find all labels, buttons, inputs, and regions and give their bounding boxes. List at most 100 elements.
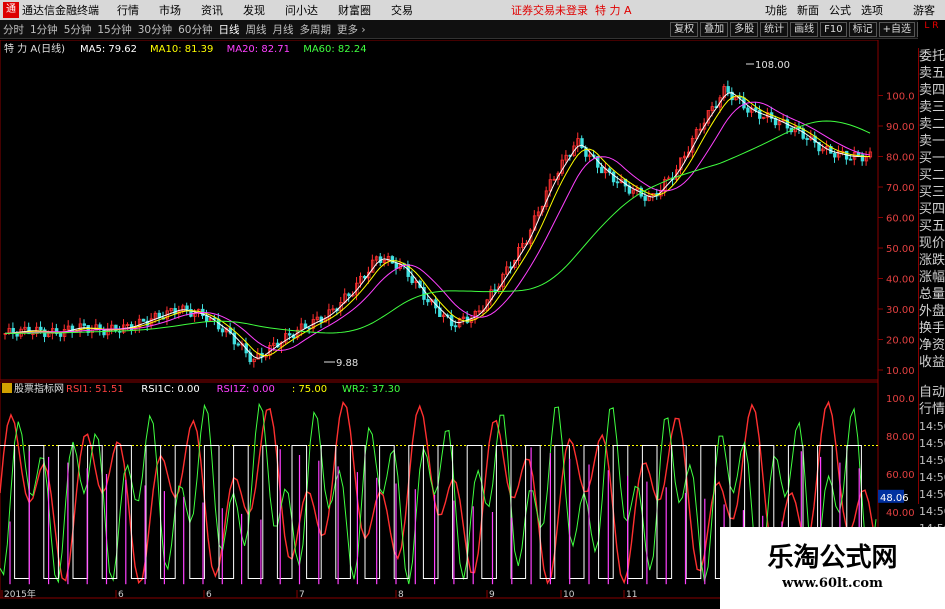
candle-body: [15, 333, 19, 337]
side-item-3[interactable]: 卖三: [919, 99, 945, 116]
tick-side-panel[interactable]: 自动行情14:5014:5014:5014:5014:5014:5014:50: [918, 384, 945, 535]
candle-body: [347, 293, 351, 297]
indicator-value: 48.06: [880, 493, 909, 504]
candle-body: [102, 329, 106, 336]
period-7[interactable]: 周线: [243, 22, 270, 37]
watermark: 乐淘公式网 www.60lt.com: [720, 527, 945, 609]
guest-label[interactable]: 游客: [913, 2, 935, 18]
side-item-4[interactable]: 卖二: [919, 116, 945, 133]
side-item-18[interactable]: 收益: [919, 354, 945, 371]
menu-layout[interactable]: 新面: [797, 2, 819, 18]
side-time-0: 14:50: [919, 420, 945, 433]
candle-body: [394, 262, 399, 269]
price-tick-8: 20.00: [886, 336, 915, 347]
quote-side-panel[interactable]: 委托 卖五 卖四 卖三 卖二 卖一 买一 买二 买三 买四 买五 现价 涨跌 涨幅 总量 外盘 换手 净资 收益: [918, 48, 945, 384]
toolbar-button-4[interactable]: 画线: [790, 22, 819, 37]
menu-news[interactable]: 资讯: [201, 2, 223, 18]
period-9[interactable]: 多周期: [297, 22, 335, 37]
ma-label-0: MA5: 79.62: [80, 44, 137, 55]
side-item-17[interactable]: 净资: [919, 337, 945, 354]
menu-function[interactable]: 功能: [765, 2, 787, 18]
candle-body: [726, 86, 730, 93]
candle-body: [185, 305, 189, 310]
period-3[interactable]: 15分钟: [94, 22, 134, 37]
indicator-title: 股票指标网: [14, 382, 64, 395]
side-item-7[interactable]: 买二: [919, 167, 945, 184]
side-item-10[interactable]: 买五: [919, 218, 945, 235]
menu-trade[interactable]: 交易: [391, 2, 413, 18]
period-6[interactable]: 日线: [216, 22, 243, 37]
menu-options[interactable]: 选项: [861, 2, 883, 18]
side-item-0[interactable]: 委托: [919, 48, 945, 65]
menu-market[interactable]: 市场: [159, 2, 181, 18]
menu-quotes[interactable]: 行情: [117, 2, 139, 18]
candles: [3, 80, 873, 368]
candle-body: [758, 109, 762, 119]
menu-discover[interactable]: 发现: [243, 2, 265, 18]
side-item-12[interactable]: 涨跌: [919, 252, 945, 269]
side-label-0[interactable]: 自动: [919, 384, 945, 401]
app-title: 通达信金融终端: [22, 4, 99, 17]
side-item-9[interactable]: 买四: [919, 201, 945, 218]
period-5[interactable]: 60分钟: [175, 22, 215, 37]
candle-body: [643, 195, 647, 201]
low-label: 9.88: [336, 358, 358, 369]
toolbar-button-5[interactable]: F10: [820, 22, 847, 37]
side-item-6[interactable]: 买一: [919, 150, 945, 167]
indicator-param-1: RSI1C: 0.00: [141, 384, 199, 395]
candle-body: [114, 324, 118, 332]
candle-body: [39, 326, 43, 331]
candle-body: [141, 318, 146, 322]
candle-body: [287, 333, 292, 336]
price-tick-0: 100.0: [886, 92, 915, 103]
side-time-4: 14:50: [919, 488, 945, 501]
candle-body: [615, 181, 620, 184]
ind-tick-0: 100.0: [886, 394, 915, 405]
side-item-13[interactable]: 涨幅: [919, 269, 945, 286]
period-10[interactable]: 更多 ›: [334, 22, 369, 37]
period-8[interactable]: 月线: [270, 22, 297, 37]
main-title: 特 力 A(日线): [4, 42, 65, 55]
candle-body: [82, 323, 86, 326]
candle-body: [220, 328, 225, 333]
toolbar-button-2[interactable]: 多股: [730, 22, 759, 37]
period-0[interactable]: 分时: [0, 22, 27, 37]
side-item-15[interactable]: 外盘: [919, 303, 945, 320]
side-item-16[interactable]: 换手: [919, 320, 945, 337]
toolbar-button-0[interactable]: 复权: [670, 22, 699, 37]
x-label-7: 11: [626, 590, 637, 600]
menu-formula[interactable]: 公式: [829, 2, 851, 18]
toolbar-button-1[interactable]: 叠加: [700, 22, 729, 37]
ma5-line: [4, 92, 871, 359]
x-label-3: 7: [299, 590, 305, 600]
login-status[interactable]: 证券交易未登录 特 力 A: [511, 2, 632, 18]
period-4[interactable]: 30分钟: [135, 22, 175, 37]
x-label-0: 2015年: [4, 588, 36, 600]
ma20-line: [4, 101, 871, 351]
period-1[interactable]: 1分钟: [27, 22, 61, 37]
indicator-icon: [2, 383, 12, 393]
side-item-11[interactable]: 现价: [919, 235, 945, 252]
toolbar-button-6[interactable]: 标记: [848, 22, 877, 37]
candle-body: [426, 299, 430, 303]
menu-wealth[interactable]: 财富圈: [338, 2, 371, 18]
side-item-14[interactable]: 总量: [919, 286, 945, 303]
price-tick-4: 60.00: [886, 214, 915, 225]
chart-area[interactable]: 特 力 A(日线) MA5: 79.62 MA10: 81.39 MA20: 82.7…: [0, 40, 945, 600]
watermark-name: 乐淘公式网: [767, 543, 898, 573]
candle-body: [833, 152, 837, 158]
menu-ask[interactable]: 问小达: [285, 2, 318, 18]
side-item-8[interactable]: 买三: [919, 184, 945, 201]
toolbar-button-3[interactable]: 统计: [760, 22, 789, 37]
price-tick-6: 40.00: [886, 275, 915, 286]
toolbar-button-7[interactable]: +自选: [878, 22, 915, 37]
side-item-5[interactable]: 卖一: [919, 133, 945, 150]
side-label-1[interactable]: 行情: [919, 401, 945, 418]
indicator-param-3: : 75.00: [292, 384, 327, 395]
side-item-1[interactable]: 卖五: [919, 65, 945, 82]
period-2[interactable]: 5分钟: [61, 22, 95, 37]
side-item-2[interactable]: 卖四: [919, 82, 945, 99]
period-toolbar: 分时 1分钟 5分钟 15分钟 30分钟 60分钟 日线 周线 月线 多周期 更多 › 复权 叠加 多股统…: [0, 20, 945, 39]
x-label-6: 10: [563, 590, 575, 600]
ma10-line: [4, 95, 871, 357]
